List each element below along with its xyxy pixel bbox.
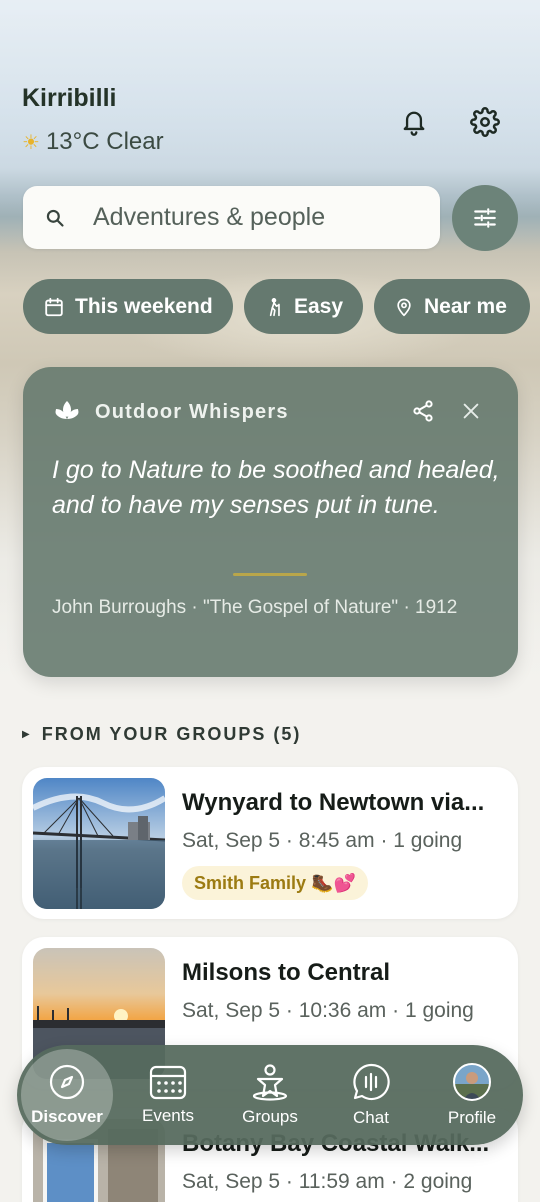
location-title: Kirribilli — [22, 84, 117, 112]
tab-profile[interactable]: Profile — [431, 1045, 513, 1145]
share-button[interactable] — [411, 399, 435, 428]
section-title: FROM YOUR GROUPS (5) — [41, 724, 302, 744]
filter-button[interactable] — [452, 185, 518, 251]
search-input[interactable]: Adventures & people — [23, 186, 440, 249]
chip-label: This weekend — [75, 294, 213, 318]
tab-label: Chat — [353, 1108, 389, 1127]
calendar-icon — [45, 297, 63, 316]
sliders-icon — [474, 208, 496, 228]
tab-groups[interactable]: Groups — [225, 1045, 315, 1145]
search-icon — [46, 209, 64, 227]
chip-this-weekend[interactable]: This weekend — [23, 279, 233, 334]
tab-label: Events — [142, 1106, 194, 1125]
quote-card: Outdoor Whispers I go to Nature to be so… — [23, 367, 518, 677]
chip-label: Easy — [293, 294, 343, 318]
tab-label: Groups — [242, 1107, 298, 1126]
dismiss-button[interactable] — [460, 400, 482, 427]
tab-chat[interactable]: Chat — [331, 1045, 411, 1145]
tab-label: Discover — [31, 1107, 103, 1126]
quote-card-header: Outdoor Whispers — [53, 399, 289, 425]
settings-button[interactable] — [463, 100, 507, 144]
event-meta: Sat, Sep 5 · 8:45 am · 1 going — [182, 829, 463, 852]
calendar-grid-icon — [149, 1065, 187, 1100]
avatar — [453, 1063, 491, 1101]
tab-discover[interactable]: Discover — [21, 1045, 113, 1145]
group-people-icon — [252, 1064, 288, 1101]
event-meta: Sat, Sep 5 · 10:36 am · 1 going — [182, 999, 474, 1022]
compass-icon — [49, 1064, 85, 1100]
chip-near-me[interactable]: Near me — [374, 279, 530, 334]
bottom-tab-bar: Discover Events Groups Chat Profile — [17, 1045, 523, 1145]
groups-section-header[interactable]: ▶ FROM YOUR GROUPS (5) — [22, 724, 301, 745]
location-pin-icon — [397, 298, 411, 316]
notifications-button[interactable] — [392, 100, 436, 144]
hiker-icon — [269, 297, 280, 316]
quote-card-title: Outdoor Whispers — [95, 400, 289, 423]
gear-icon — [470, 107, 500, 137]
quote-attribution: John Burroughs · "The Gospel of Nature" … — [52, 597, 458, 618]
event-title: Wynyard to Newtown via... — [182, 789, 485, 816]
weather-readout: ☀ 13°C Clear — [22, 128, 164, 156]
quote-divider — [233, 573, 307, 576]
chip-easy[interactable]: Easy — [244, 279, 363, 334]
chat-bubble-icon — [353, 1063, 390, 1101]
group-badge[interactable]: Smith Family 🥾💕 — [182, 866, 368, 900]
event-thumbnail — [33, 778, 165, 909]
search-placeholder: Adventures & people — [93, 203, 326, 231]
tab-label: Profile — [447, 1108, 497, 1127]
share-icon — [413, 400, 433, 422]
lotus-icon — [55, 401, 79, 419]
sun-icon: ☀ — [22, 131, 40, 154]
event-meta: Sat, Sep 5 · 11:59 am · 2 going — [182, 1170, 473, 1193]
quote-text: I go to Nature to be soothed and healed,… — [52, 456, 500, 519]
bell-icon — [403, 111, 425, 136]
tab-events[interactable]: Events — [127, 1045, 209, 1145]
weather-text: 13°C Clear — [45, 128, 164, 155]
chip-label: Near me — [424, 294, 507, 318]
event-card[interactable]: Wynyard to Newtown via... Sat, Sep 5 · 8… — [22, 767, 518, 919]
caret-right-icon: ▶ — [22, 729, 32, 740]
close-icon — [463, 403, 479, 419]
event-title: Milsons to Central — [182, 959, 391, 986]
